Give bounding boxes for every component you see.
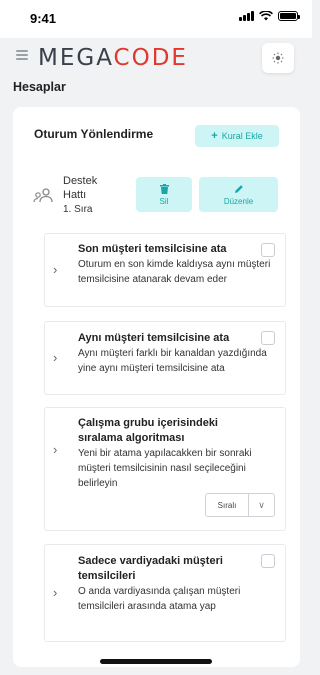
logo-code: CODE [113,45,188,71]
order-select-value: Sıralı [206,494,249,516]
rule-title: Son müşteri temsilcisine ata [78,243,227,255]
rule-desc: Oturum en son kimde kaldıysa aynı müşter… [78,259,271,285]
plus-icon: + [211,130,218,142]
add-rule-button[interactable]: + Kural Ekle [195,125,279,147]
page-title: Hesaplar [13,80,66,94]
rule-checkbox[interactable] [261,243,275,257]
card-title: Oturum Yönlendirme [34,127,154,141]
logo-mega: MEGA [38,45,114,71]
menu-icon[interactable] [16,50,28,60]
team-icon [33,188,53,203]
rule-item[interactable]: › Aynı müşteri temsilcisine ata Aynı müş… [44,321,286,395]
delete-label: Sil [159,196,169,206]
rule-desc: Aynı müşteri farklı bir kanaldan yazdığı… [78,348,267,374]
rule-title: Aynı müşteri temsilcisine ata [78,332,230,344]
rule-checkbox[interactable] [261,554,275,568]
home-indicator [100,659,212,664]
sun-icon [272,52,284,64]
logo: MEGACODE [38,45,188,71]
rule-item[interactable]: › Çalışma grubu içerisindeki sıralama al… [44,407,286,531]
team-order: 1. Sıra [63,204,93,215]
status-icons [239,11,300,21]
theme-toggle-button[interactable] [262,43,294,73]
rule-desc: O anda vardiyasında çalışan müşteri tems… [78,586,241,612]
edit-label: Düzenle [223,196,254,206]
status-time: 9:41 [30,11,57,26]
chevron-right-icon[interactable]: › [53,350,57,365]
chevron-down-icon: ∨ [258,499,265,510]
rule-item[interactable]: › Sadece vardiyadaki müşteri temsilciler… [44,544,286,642]
rule-item[interactable]: › Son müşteri temsilcisine ata Oturum en… [44,233,286,307]
chevron-right-icon[interactable]: › [53,442,57,457]
session-routing-card: Oturum Yönlendirme + Kural Ekle Destek H… [13,107,300,667]
rule-title: Sadece vardiyadaki müşteri temsilcileri [78,555,223,582]
signal-icon [239,11,254,21]
add-rule-label: Kural Ekle [221,131,263,141]
delete-button[interactable]: Sil [136,177,192,212]
team-name: Destek Hattı [63,175,98,201]
battery-icon [278,11,300,21]
edit-button[interactable]: Düzenle [199,177,278,212]
rule-checkbox[interactable] [261,331,275,345]
trash-icon [159,183,169,194]
wifi-icon [259,11,273,21]
chevron-right-icon[interactable]: › [53,262,57,277]
order-select[interactable]: Sıralı ∨ [205,493,275,517]
app-header: MEGACODE [0,38,312,74]
chevron-right-icon[interactable]: › [53,585,57,600]
rule-title: Çalışma grubu içerisindeki sıralama algo… [78,417,218,444]
rule-desc: Yeni bir atama yapılacakken bir sonraki … [78,448,252,489]
pencil-icon [234,184,243,193]
status-bar: 9:41 [0,0,312,38]
